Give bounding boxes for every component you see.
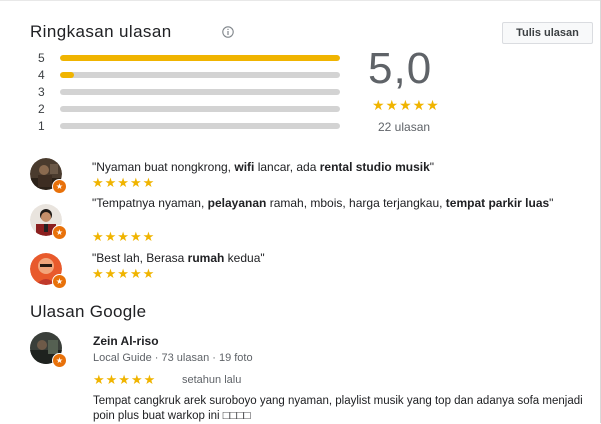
rating-bar-track: [60, 106, 340, 112]
snippet-highlight: rumah: [187, 251, 225, 265]
rating-bar-5[interactable]: 5: [38, 51, 348, 65]
rating-bar-2[interactable]: 2: [38, 102, 348, 116]
snippet-text-part: "Best lah, Berasa: [92, 251, 188, 265]
review-stars: ★★★★★: [93, 372, 157, 387]
snippet-highlight: wifi: [234, 160, 255, 174]
info-icon[interactable]: [222, 26, 234, 38]
snippet-text-part: "Tempatnya nyaman,: [92, 196, 208, 210]
rating-bar-fill: [60, 55, 340, 61]
snippet-text-part: "Nyaman buat nongkrong,: [92, 160, 235, 174]
local-guide-badge-icon: ★: [52, 225, 67, 240]
review-time: setahun lalu: [182, 374, 242, 386]
rating-bar-track: [60, 72, 340, 78]
summary-title: Ringkasan ulasan: [30, 22, 172, 41]
reviewer-avatar[interactable]: ★: [30, 332, 67, 368]
local-guide-badge-icon: ★: [52, 179, 67, 194]
local-guide-badge-icon: ★: [52, 274, 67, 289]
snippet-highlight: rental studio musik: [319, 160, 430, 174]
snippet-stars: ★★★★★: [92, 266, 156, 281]
snippet-text-part: kedua": [224, 251, 265, 265]
snippet-text: "Nyaman buat nongkrong, wifi lancar, ada…: [92, 158, 582, 176]
rating-bar-fill: [60, 72, 74, 78]
snippet-text: "Tempatnya nyaman, pelayanan ramah, mboi…: [92, 194, 582, 212]
rating-bar-label: 4: [38, 68, 45, 82]
snippet-highlight: pelayanan: [207, 196, 267, 210]
snippet-stars: ★★★★★: [92, 175, 156, 190]
avatar: ★: [30, 158, 67, 194]
average-rating-stars: ★★★★★: [372, 97, 440, 113]
rating-bar-3[interactable]: 3: [38, 85, 348, 99]
reviewer-name[interactable]: Zein Al-riso: [93, 334, 159, 348]
rating-bar-4[interactable]: 4: [38, 68, 348, 82]
rating-bar-track: [60, 89, 340, 95]
top-border: [0, 0, 601, 1]
avatar: ★: [30, 204, 67, 240]
rating-bar-track: [60, 123, 340, 129]
snippet-text-part: ": [429, 160, 435, 174]
rating-bar-label: 2: [38, 102, 45, 116]
avatar: ★: [30, 253, 67, 289]
average-rating: 5,0: [368, 44, 433, 93]
snippet-text-part: lancar, ada: [254, 160, 320, 174]
rating-bar-track: [60, 55, 340, 61]
rating-bar-label: 3: [38, 85, 45, 99]
review-text: Tempat cangkruk arek suroboyo yang nyama…: [93, 395, 583, 422]
write-review-button[interactable]: Tulis ulasan: [502, 22, 593, 44]
rating-bar-label: 1: [38, 119, 45, 133]
rating-bar-1[interactable]: 1: [38, 119, 348, 133]
snippet-text: "Best lah, Berasa rumah kedua": [92, 249, 582, 267]
review-count-link[interactable]: 22 ulasan: [378, 120, 430, 134]
snippet-text-part: ": [549, 196, 554, 210]
local-guide-badge-icon: ★: [52, 353, 67, 368]
snippet-highlight: tempat parkir luas: [445, 196, 550, 210]
snippet-text-part: ramah, mbois, harga terjangkau,: [266, 196, 446, 210]
google-reviews-title: Ulasan Google: [30, 302, 147, 321]
snippet-stars: ★★★★★: [92, 229, 156, 244]
rating-bar-label: 5: [38, 51, 45, 65]
reviewer-meta: Local Guide · 73 ulasan · 19 foto: [93, 352, 253, 364]
